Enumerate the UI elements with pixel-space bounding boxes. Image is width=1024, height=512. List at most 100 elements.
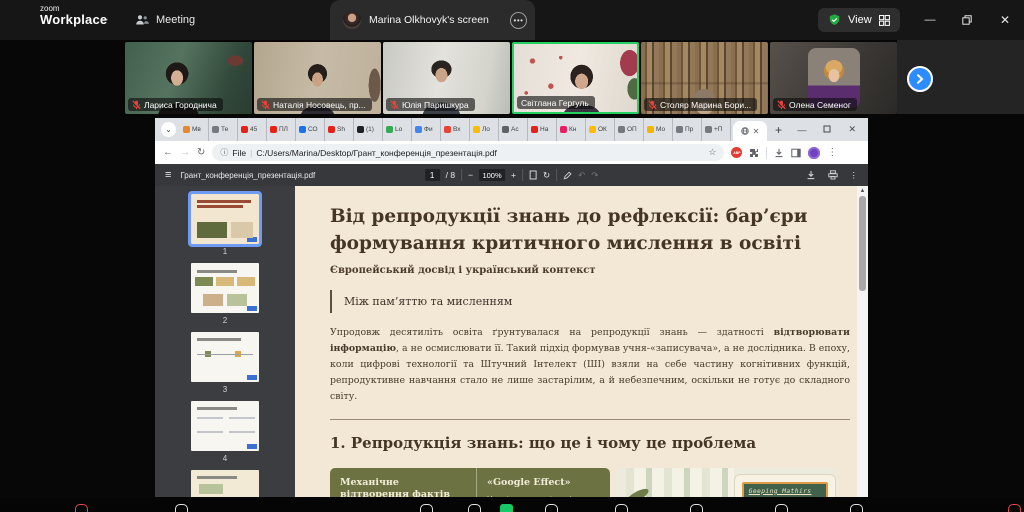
view-menu-button[interactable]: View [818,8,900,32]
back-button[interactable]: ← [163,147,173,158]
participant-name: Столяр Марина Бори... [660,100,751,110]
undo-button[interactable]: ↶ [578,170,585,181]
forward-button[interactable]: → [180,147,190,158]
browser-pinned-tab[interactable]: ОК [586,118,615,141]
toolbar-divider [766,147,767,159]
side-panel-button[interactable] [791,148,801,158]
microphone-muted-icon[interactable] [75,504,88,512]
browser-restore-button[interactable] [823,125,831,135]
browser-pinned-tab[interactable]: +П [702,118,731,141]
tab-search-button[interactable]: ⌄ [161,122,176,137]
browser-pinned-tab[interactable]: Sh [325,118,354,141]
page-thumbnail[interactable] [191,332,259,382]
thumbnail-item[interactable]: 3 [191,332,259,394]
page-thumbnail[interactable] [191,470,259,500]
browser-pinned-tab[interactable]: Кн [557,118,586,141]
participant-tile[interactable]: Лариса Городнича [125,42,252,114]
browser-close-button[interactable]: ✕ [848,124,856,135]
zoom-in-button[interactable]: + [511,170,516,180]
active-tab[interactable]: ✕ [733,121,767,141]
zoom-level[interactable]: 100% [479,169,505,181]
more-icon[interactable] [850,504,863,512]
thumbnail-item[interactable]: 5 [191,470,259,500]
browser-minimize-button[interactable]: — [797,125,806,135]
restore-button[interactable] [952,0,982,40]
next-participants-button[interactable] [907,66,933,92]
video-icon[interactable] [175,504,188,512]
rotate-button[interactable]: ↻ [543,170,550,181]
tab-favicon [618,126,625,133]
participant-tile[interactable]: Олена Семеног [770,42,897,114]
participants-icon[interactable] [420,504,433,512]
leave-icon[interactable] [1008,504,1021,512]
meeting-controls-bar [0,497,1024,512]
close-button[interactable]: ✕ [990,0,1020,40]
browser-pinned-tab[interactable]: 45 [238,118,267,141]
file-info-icon: ⓘ [220,147,228,158]
tab-label: Мо [656,126,665,133]
adblock-extension-icon[interactable]: ABP [731,147,742,158]
extensions-puzzle-icon[interactable] [749,148,759,158]
browser-pinned-tab[interactable]: Ло [470,118,499,141]
browser-pinned-tab[interactable]: На [528,118,557,141]
reactions-icon[interactable] [615,504,628,512]
browser-pinned-tab[interactable]: Фи [412,118,441,141]
browser-pinned-tab[interactable]: Вх [441,118,470,141]
browser-pinned-tab[interactable]: ПЛ [267,118,296,141]
pdf-print-button[interactable] [828,170,838,180]
whiteboard-icon[interactable] [775,504,788,512]
page-thumbnail[interactable] [191,401,259,451]
participant-tile[interactable]: Світлана Гергуль [512,42,639,114]
browser-pinned-tab[interactable]: ОП [615,118,644,141]
downloads-button[interactable] [774,148,784,158]
participant-tile[interactable]: Наталія Носовець, пр... [254,42,381,114]
page-thumbnail[interactable] [191,263,259,313]
participant-tile[interactable]: Столяр Марина Бори... [641,42,768,114]
tab-options-button[interactable]: ••• [510,12,527,29]
tab-shared-screen[interactable]: Marina Olkhovyk's screen ••• [330,0,535,40]
minimize-button[interactable]: — [915,0,945,40]
thumbnail-item[interactable]: 4 [191,401,259,463]
reload-button[interactable]: ↻ [197,147,205,158]
new-tab-button[interactable]: + [775,123,782,137]
workspace-chevron-icon[interactable]: ⌄ [102,13,110,24]
thumbnail-item[interactable]: 1 [191,194,259,256]
browser-menu-button[interactable]: ⋮ [827,147,837,158]
omnibox[interactable]: ⓘ File | C:/Users/Marina/Desktop/Грант_к… [212,144,724,161]
browser-pinned-tab[interactable]: Те [209,118,238,141]
tab-favicon [647,126,654,133]
browser-pinned-tab[interactable]: Мо [644,118,673,141]
view-button-label: View [848,14,872,26]
scrollbar-thumb[interactable] [859,196,866,291]
page-thumbnail[interactable] [191,194,259,244]
browser-pinned-tab[interactable]: СО [296,118,325,141]
browser-pinned-tab[interactable]: (1) [354,118,383,141]
tab-meeting[interactable]: Meeting [135,0,195,40]
pdf-more-button[interactable]: ⋮ [850,170,859,181]
zoom-out-button[interactable]: − [468,170,473,180]
redo-button[interactable]: ↷ [591,170,598,181]
bookmark-star-icon[interactable]: ☆ [708,147,716,158]
page-number-input[interactable]: 1 [425,169,440,181]
record-icon[interactable] [545,504,558,512]
browser-window: ⌄ МвТе45ПЛСОSh(1)LoФиВхЛоАсНаКнОКОПМоПр+… [155,118,868,500]
participant-tile[interactable]: Юлія Паришкура [383,42,510,114]
profile-avatar[interactable] [808,147,820,159]
fit-page-button[interactable] [529,170,537,180]
pdf-download-button[interactable] [806,170,816,180]
browser-pinned-tab[interactable]: Пр [673,118,702,141]
apps-icon[interactable] [690,504,703,512]
participant-name-label: Олена Семеног [773,98,857,111]
browser-pinned-tab[interactable]: Ас [499,118,528,141]
browser-pinned-tab[interactable]: Мв [180,118,209,141]
pdf-scrollbar[interactable]: ▲ [857,186,868,500]
scrollbar-up-arrow[interactable]: ▲ [857,186,868,196]
tab-close-button[interactable]: ✕ [753,127,760,136]
annotate-button[interactable] [563,171,572,180]
address-text: C:/Users/Marina/Desktop/Грант_конференці… [256,148,497,158]
chat-icon[interactable] [468,504,481,512]
pdf-menu-button[interactable]: ≡ [165,169,171,181]
share-screen-icon[interactable] [500,504,513,512]
browser-pinned-tab[interactable]: Lo [383,118,412,141]
thumbnail-item[interactable]: 2 [191,263,259,325]
